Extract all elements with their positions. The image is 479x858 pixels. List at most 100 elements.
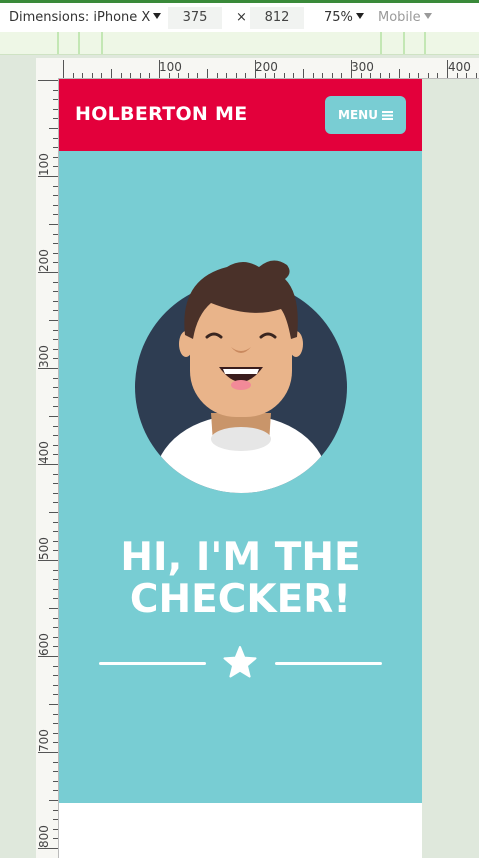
ruler-label: 100 (159, 60, 182, 74)
ruler-tick (49, 416, 58, 417)
ruler-tick (53, 137, 58, 139)
ruler-tick (207, 69, 208, 78)
hero-title-line: HI, I'M THE (120, 535, 361, 580)
ruler-label: 500 (37, 537, 51, 560)
ruler-tick (274, 73, 276, 78)
ruler-tick (293, 73, 295, 78)
ruler-top: 100 200 300 400 (58, 58, 479, 79)
height-input[interactable]: 812 (250, 7, 304, 29)
ruler-tick (91, 73, 93, 78)
ruler-tick (53, 713, 58, 715)
caret-down-icon (153, 13, 162, 19)
ruler-tick (255, 60, 256, 78)
ruler-tick (427, 73, 429, 78)
ruler-tick (53, 233, 58, 235)
ruler-tick (245, 73, 247, 78)
ruler-label: 100 (37, 153, 51, 176)
ruler-tick (389, 73, 391, 78)
ruler-tick (53, 118, 58, 120)
ruler-tick (408, 73, 410, 78)
ruler-tick (53, 492, 58, 494)
ruler-tick (351, 60, 352, 78)
ruler-tick (53, 502, 58, 504)
ruler-tick (53, 252, 58, 254)
ruler-tick (379, 73, 381, 78)
ruler-tick (53, 790, 58, 792)
ruler-tick (53, 483, 58, 485)
ruler-tick (53, 723, 58, 725)
ruler-tick (111, 69, 112, 78)
ruler-label: 600 (37, 633, 51, 656)
ruler-tick (49, 608, 58, 609)
ruler-tick (187, 73, 189, 78)
ruler-tick (53, 521, 58, 523)
ruler-tick (49, 224, 58, 225)
ruler-tick (53, 291, 58, 293)
ruler-tick (38, 848, 58, 849)
ruler-tick (53, 387, 58, 389)
ruler-tick (53, 185, 58, 187)
ruler-tick (53, 396, 58, 398)
zoom-dropdown[interactable]: 75% (324, 10, 364, 25)
ruler-tick (53, 435, 58, 437)
ruler-tick (38, 560, 58, 561)
ruler-tick (53, 809, 58, 811)
ruler-tick (53, 646, 58, 648)
ruler-tick (53, 636, 58, 638)
times-sign: × (236, 10, 247, 25)
dimensions-dropdown[interactable]: Dimensions: iPhone X (9, 10, 162, 25)
ruler-tick (331, 73, 333, 78)
ruler-tick (101, 73, 103, 78)
menu-label: MENU (338, 108, 378, 122)
caret-down-icon (355, 13, 364, 19)
ruler-tick (53, 156, 58, 158)
hero-title: HI, I'M THE CHECKER! (59, 537, 422, 621)
menu-button[interactable]: MENU (325, 96, 406, 134)
ruler-label: 400 (448, 60, 471, 74)
ruler-tick (303, 69, 304, 78)
ruler-tick (53, 204, 58, 206)
ruler-tick (53, 828, 58, 830)
ruler-tick (53, 617, 58, 619)
star-icon (223, 646, 257, 678)
ruler-tick (53, 444, 58, 446)
ruler-tick (168, 73, 170, 78)
ruler-tick (418, 73, 420, 78)
ruler-tick (53, 108, 58, 110)
star-divider (99, 646, 382, 680)
ruler-tick (53, 579, 58, 581)
ruler-tick (49, 800, 58, 801)
ruler-tick (322, 73, 324, 78)
ruler-tick (370, 73, 372, 78)
divider-line-right (275, 662, 382, 665)
ruler-tick (53, 742, 58, 744)
ruler-tick (49, 704, 58, 705)
ruler-tick (53, 348, 58, 350)
ruler-tick (149, 73, 151, 78)
ruler-tick (53, 838, 58, 840)
ruler-tick (53, 694, 58, 696)
ruler-left: 100 200 300 400 500 600 700 800 (36, 78, 59, 858)
ruler-tick (53, 780, 58, 782)
avatar-illustration (135, 260, 347, 493)
ruler-tick (38, 176, 58, 177)
media-query-bar[interactable] (0, 32, 479, 55)
ruler-tick (53, 454, 58, 456)
ruler-tick (38, 272, 58, 273)
ruler-tick (53, 339, 58, 341)
ruler-tick (53, 310, 58, 312)
ruler-tick (264, 73, 266, 78)
ruler-tick (283, 73, 285, 78)
hero-title-line: CHECKER! (129, 577, 352, 622)
ruler-label: 200 (255, 60, 278, 74)
next-section (59, 803, 422, 858)
site-brand[interactable]: HOLBERTON ME (75, 103, 248, 125)
width-input[interactable]: 375 (168, 7, 222, 29)
caret-down-icon (423, 13, 432, 19)
mode-dropdown[interactable]: Mobile (378, 10, 432, 25)
ruler-tick (312, 73, 314, 78)
ruler-tick (341, 73, 343, 78)
ruler-tick (399, 69, 400, 78)
ruler-tick (53, 300, 58, 302)
ruler-tick (38, 656, 58, 657)
